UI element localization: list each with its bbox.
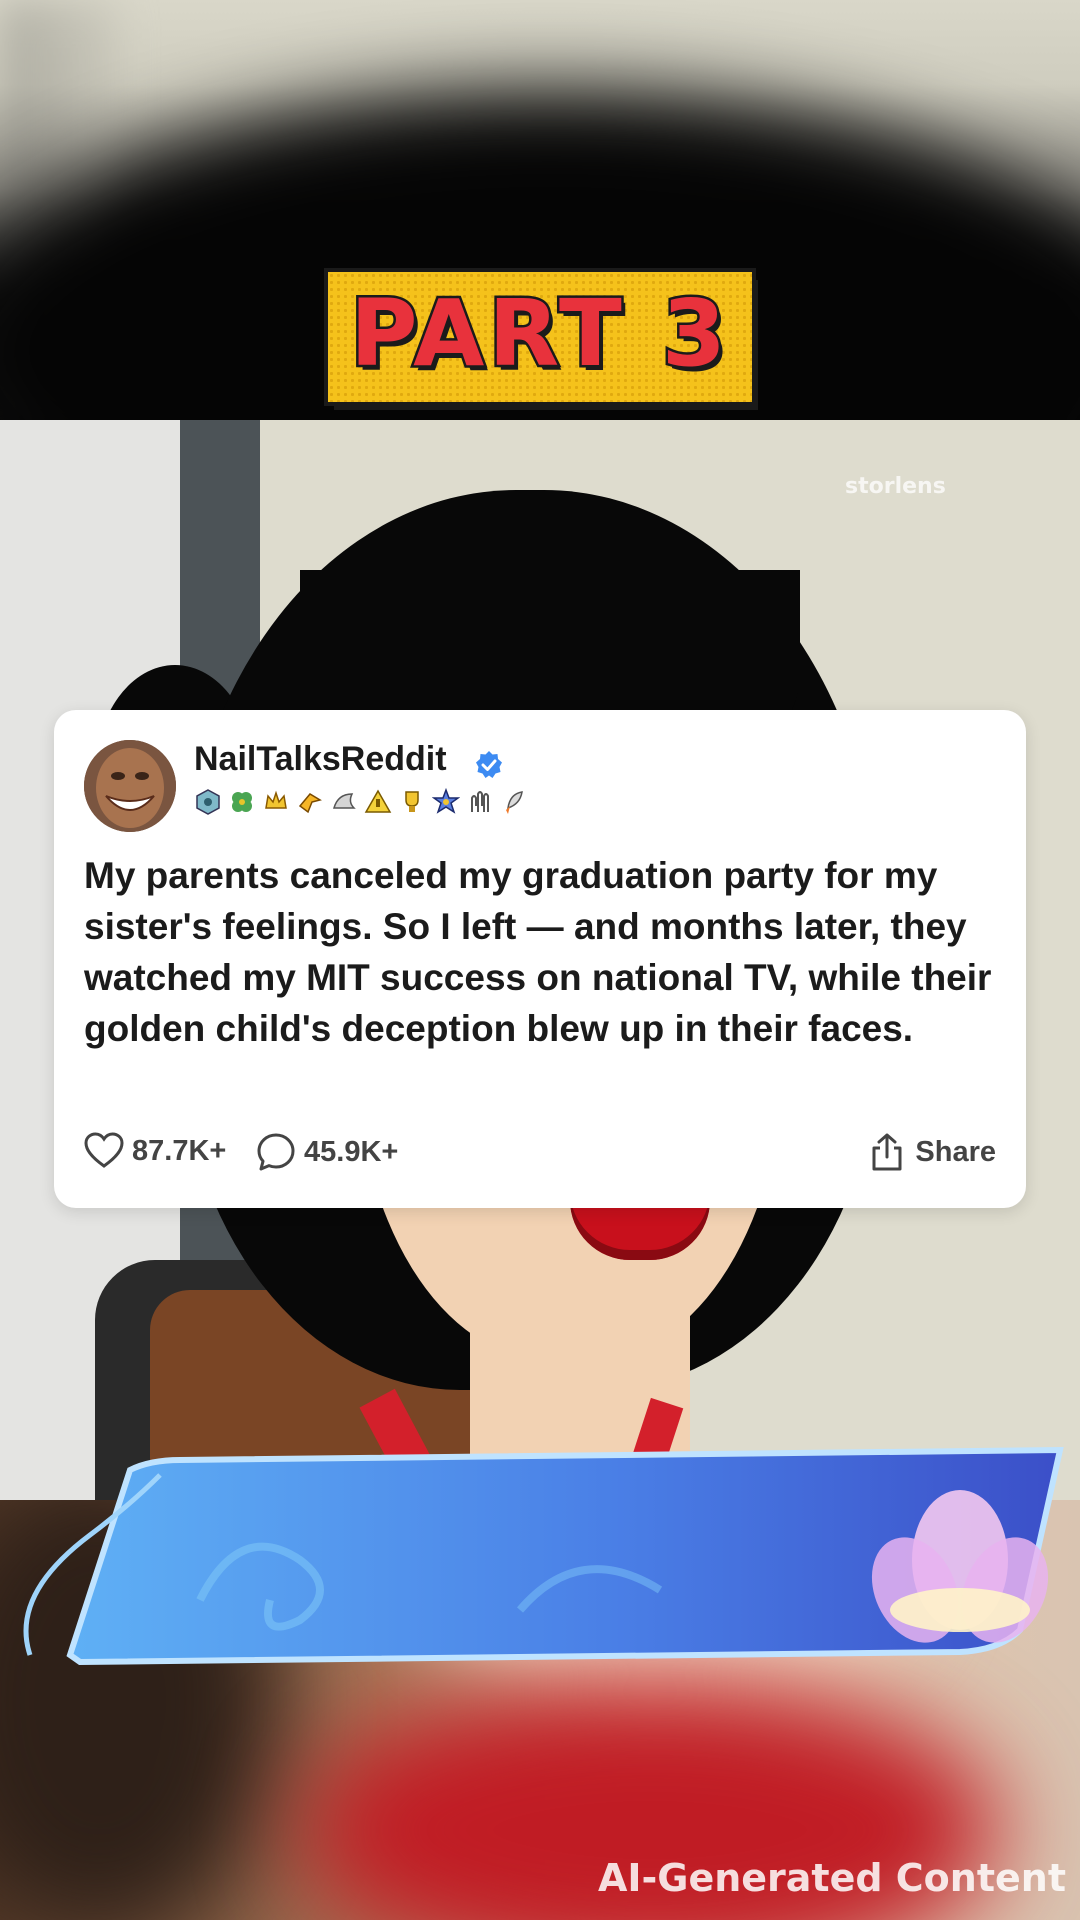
rocket-badge-icon: [506, 791, 523, 814]
arrow-badge-icon: [298, 793, 322, 814]
crown-badge-icon: [265, 790, 287, 809]
part-banner-label: PART 3: [348, 278, 730, 390]
hands-badge-icon: [471, 791, 489, 812]
hex-badge-icon: [196, 789, 220, 815]
like-button[interactable]: 87.7K+: [84, 1132, 226, 1170]
award-badges: [194, 788, 528, 818]
username[interactable]: NailTalksReddit: [194, 740, 447, 779]
post-card[interactable]: NailTalksReddit My parents canceled my g…: [54, 710, 1026, 1208]
post-actions: 87.7K+ 45.9K+ Share: [84, 1132, 996, 1182]
share-label: Share: [915, 1135, 996, 1168]
comment-button[interactable]: 45.9K+: [256, 1132, 398, 1172]
avatar[interactable]: [84, 740, 176, 832]
decorative-banner-frame: [23, 1446, 1064, 1666]
comment-bubble-icon: [257, 1133, 295, 1171]
like-count: 87.7K+: [132, 1134, 227, 1167]
share-icon: [872, 1133, 902, 1171]
star-badge-icon: [432, 788, 460, 814]
comment-count: 45.9K+: [304, 1135, 399, 1168]
wing-badge-icon: [333, 793, 356, 809]
clover-badge-icon: [232, 792, 252, 812]
share-button[interactable]: Share: [867, 1132, 996, 1172]
ai-generated-label: AI-Generated Content: [597, 1856, 1066, 1900]
heart-icon: [84, 1132, 124, 1168]
post-body: My parents canceled my graduation party …: [84, 855, 992, 1049]
watermark: storlens: [845, 474, 946, 499]
trophy-badge-icon: [405, 791, 419, 812]
part-banner: PART 3: [328, 272, 752, 402]
triangle-badge-icon: [364, 789, 392, 813]
verified-badge-icon: [476, 751, 502, 778]
avatar-face-icon: [84, 740, 176, 832]
